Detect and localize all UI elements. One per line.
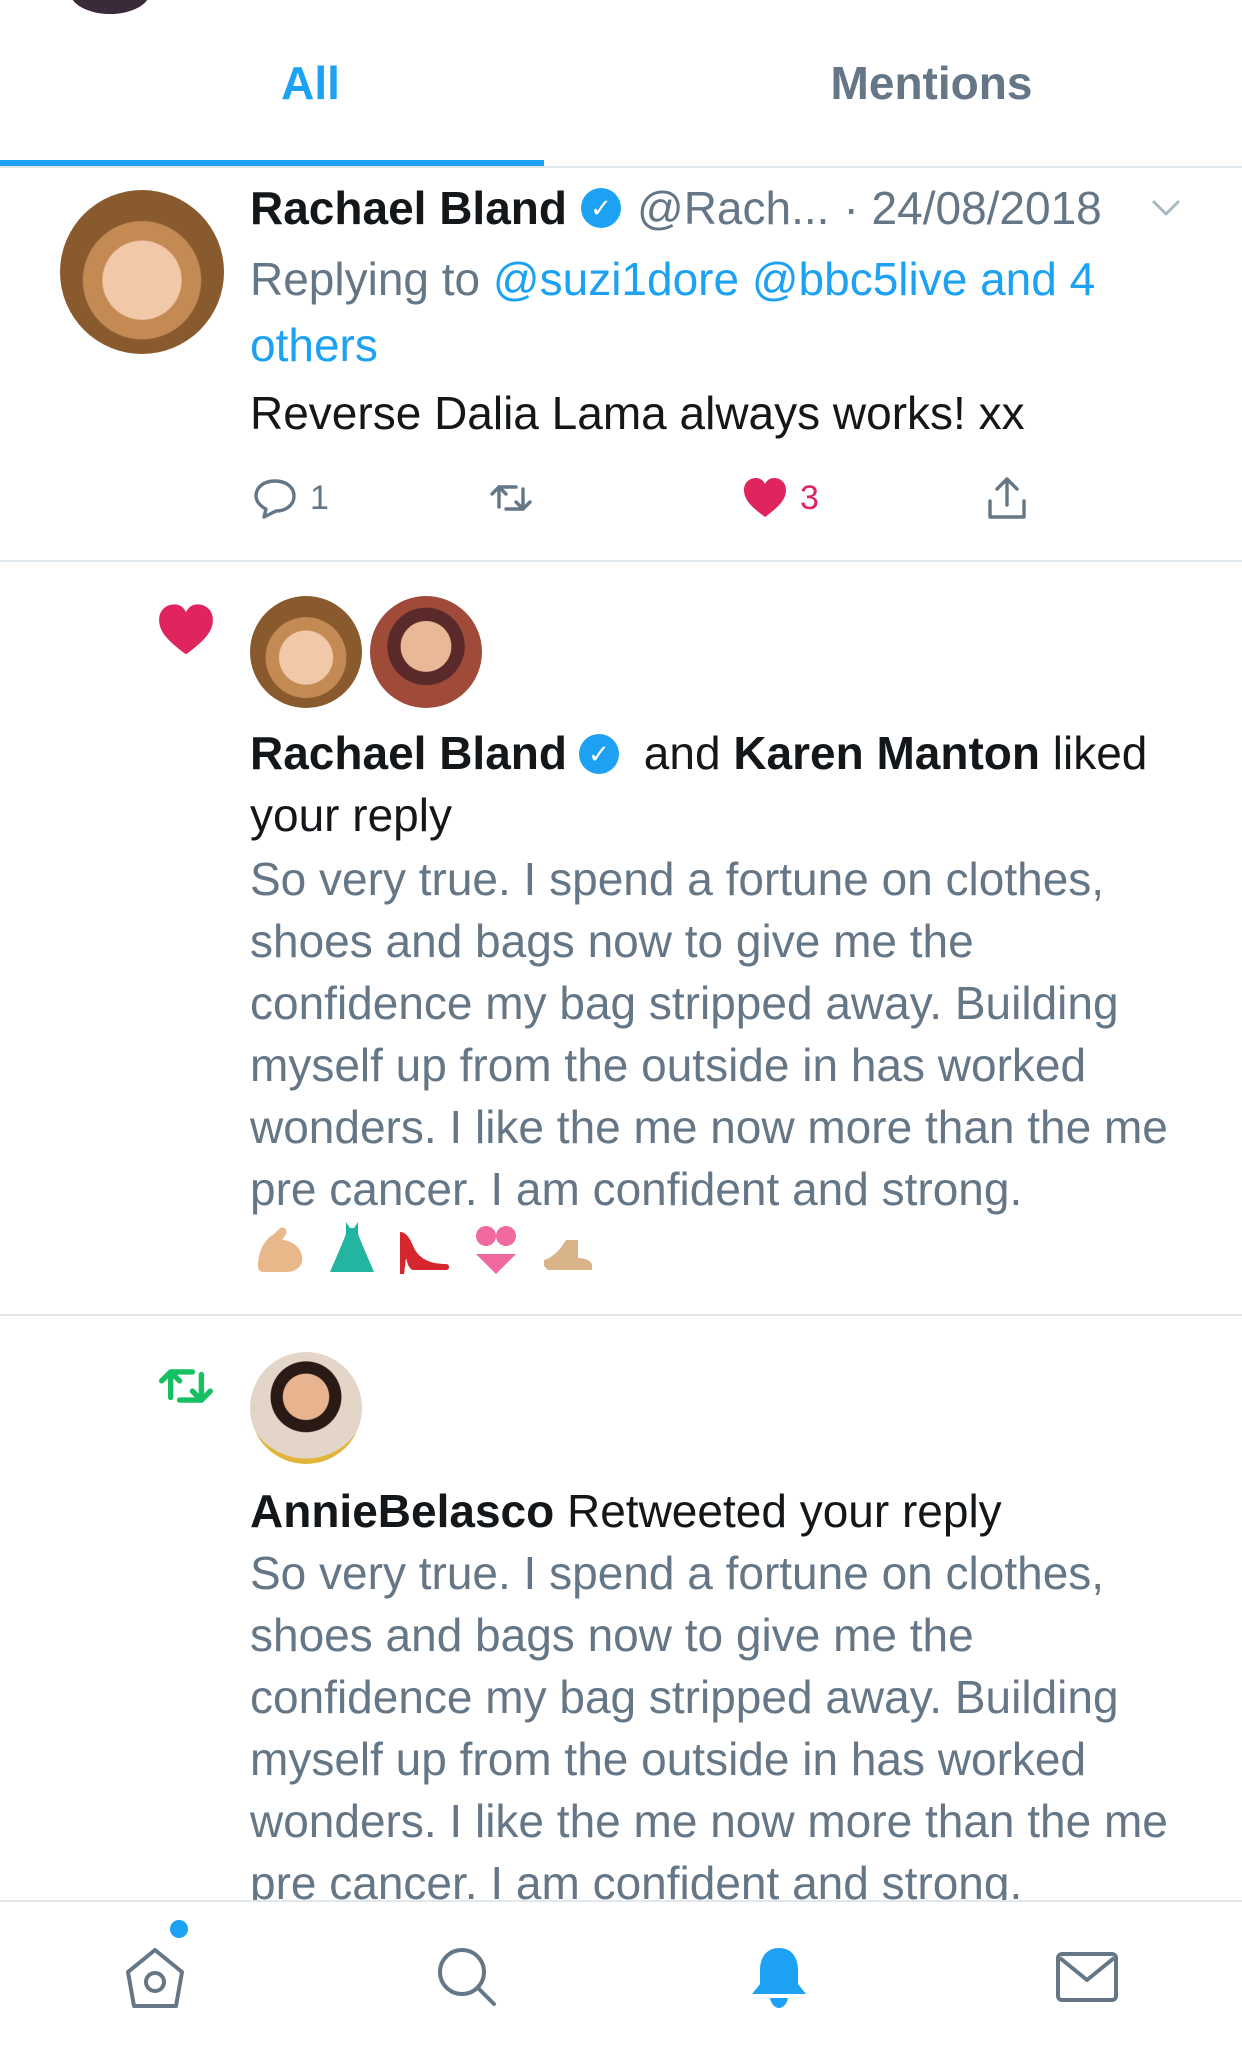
bikini-icon <box>476 1226 516 1274</box>
user-name[interactable]: Karen Manton <box>733 727 1040 779</box>
bell-icon <box>752 1948 806 2008</box>
share-icon <box>988 477 1026 519</box>
dress-icon <box>330 1222 374 1272</box>
verified-badge-icon: ✓ <box>581 188 621 228</box>
chevron-down-icon[interactable] <box>1148 190 1184 226</box>
notification-tabs: All Mentions <box>0 0 1242 168</box>
high-heel-icon <box>400 1232 449 1274</box>
reply-count: 1 <box>310 478 329 517</box>
avatar[interactable] <box>250 596 362 708</box>
reply-preview: So very true. I spend a fortune on cloth… <box>250 1547 1168 1909</box>
retweet-icon <box>158 1369 214 1403</box>
like-notification[interactable]: Rachael Bland ✓ and Karen Manton liked yo… <box>0 562 1242 1316</box>
heart-filled-icon <box>159 604 213 655</box>
home-icon <box>126 1948 184 2008</box>
retweet-button[interactable] <box>486 468 536 528</box>
nav-notifications-button[interactable] <box>744 1942 814 2012</box>
tweet-text: Reverse Dalia Lama always works! xx <box>250 387 1025 439</box>
bottom-navigation <box>0 1900 1242 2051</box>
envelope-icon <box>1056 1952 1118 2002</box>
retweet-notification[interactable]: AnnieBelasco Retweeted your reply So ver… <box>0 1316 1242 1909</box>
replying-prefix: Replying to <box>250 253 493 305</box>
avatar[interactable] <box>60 190 224 354</box>
avatar[interactable] <box>370 596 482 708</box>
flexed-biceps-icon <box>258 1227 303 1272</box>
tab-mentions[interactable]: Mentions <box>621 0 1242 166</box>
notification-title: Rachael Bland ✓ and Karen Manton liked yo… <box>250 722 1190 846</box>
notification-action: Retweeted your reply <box>554 1485 1002 1537</box>
notification-title: AnnieBelasco Retweeted your reply <box>250 1480 1190 1542</box>
reply-icon <box>254 479 296 519</box>
nav-messages-button[interactable] <box>1052 1942 1122 2012</box>
emoji-row <box>250 1218 598 1278</box>
heart-filled-icon <box>744 478 786 517</box>
retweet-icon <box>490 485 532 511</box>
reply-preview: So very true. I spend a fortune on cloth… <box>250 853 1168 1215</box>
author-name[interactable]: Rachael Bland <box>250 181 567 235</box>
tab-all[interactable]: All <box>0 0 621 166</box>
share-button[interactable] <box>982 468 1032 528</box>
verified-badge-icon: ✓ <box>579 733 619 774</box>
tweet-actions: 1 3 <box>250 468 1150 528</box>
new-content-dot <box>170 1920 188 1938</box>
like-count: 3 <box>800 478 819 517</box>
nav-home-button[interactable] <box>120 1942 190 2012</box>
search-icon <box>438 1948 496 2006</box>
replying-to: Replying to @suzi1dore @bbc5live and 4 o… <box>250 246 1170 378</box>
tweet-date: · 24/08/2018 <box>843 182 1102 234</box>
user-name[interactable]: AnnieBelasco <box>250 1485 554 1537</box>
active-tab-indicator <box>0 160 544 166</box>
reply-button[interactable]: 1 <box>250 468 329 528</box>
tweet-header: Rachael Bland ✓ @Rach... · 24/08/2018 <box>250 178 1102 238</box>
author-handle: @Rach... <box>637 182 830 234</box>
conjunction: and <box>631 727 734 779</box>
like-button[interactable]: 3 <box>740 468 819 528</box>
nav-search-button[interactable] <box>432 1942 502 2012</box>
mention-tweet[interactable]: Rachael Bland ✓ @Rach... · 24/08/2018 Re… <box>0 168 1242 562</box>
avatar[interactable] <box>250 1352 362 1464</box>
user-name[interactable]: Rachael Bland <box>250 727 567 779</box>
sandal-icon <box>544 1240 592 1270</box>
